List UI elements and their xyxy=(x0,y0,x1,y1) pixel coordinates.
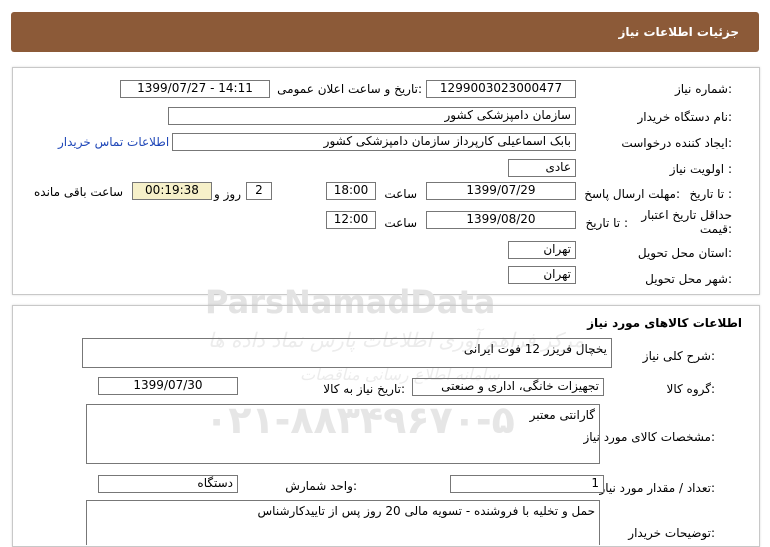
unit-field: دستگاه xyxy=(98,475,238,493)
requester-label: ایجاد کننده درخواست: xyxy=(621,136,732,150)
remaining-time-field: 00:19:38 xyxy=(132,182,212,200)
buyer-notes-label: توضیحات خریدار: xyxy=(628,526,715,540)
priority-label: اولویت نیاز : xyxy=(669,162,732,176)
buyer-org-field: سازمان دامپزشکی کشور xyxy=(168,107,576,125)
need-details-panel xyxy=(12,67,760,295)
buyer-contact-link[interactable]: اطلاعات تماس خریدار xyxy=(58,135,169,149)
delivery-city-field: تهران xyxy=(508,266,576,284)
requester-field: بابک اسماعیلی کارپرداز سازمان دامپزشکی ک… xyxy=(172,133,576,151)
price-validity-label-line1: حداقل تاریخ اعتبار xyxy=(641,208,732,222)
validity-time-field: 12:00 xyxy=(326,211,376,229)
validity-date-field: 1399/08/20 xyxy=(426,211,576,229)
validity-time-label: ساعت xyxy=(384,216,417,230)
goods-group-field: تجهیزات خانگی، اداری و صنعتی xyxy=(412,378,604,396)
validity-to-date-label: تا تاریخ : xyxy=(585,216,628,230)
page-header: جزئیات اطلاعات نیاز xyxy=(11,12,759,52)
announce-date-label: تاریخ و ساعت اعلان عمومی: xyxy=(277,82,422,96)
reply-deadline-label: مهلت ارسال پاسخ: xyxy=(584,187,680,201)
need-number-field: 1299003023000477 xyxy=(426,80,576,98)
goods-group-label: گروه کالا: xyxy=(666,382,716,396)
reply-time-label: ساعت xyxy=(384,187,417,201)
unit-label: واحد شمارش: xyxy=(285,479,357,493)
reply-date-field: 1399/07/29 xyxy=(426,182,576,200)
general-description-field: یخچال فریزر 12 فوت ایرانی xyxy=(82,338,612,368)
need-date-field: 1399/07/30 xyxy=(98,377,238,395)
general-description-label: شرح کلی نیاز: xyxy=(642,349,715,363)
goods-section-title: اطلاعات کالاهای مورد نیاز xyxy=(587,316,742,330)
quantity-label: تعداد / مقدار مورد نیاز: xyxy=(599,481,715,495)
specs-field: گارانتی معتبر xyxy=(86,404,600,464)
quantity-field: 1 xyxy=(450,475,604,493)
buyer-notes-field: حمل و تخلیه با فروشنده - تسویه مالی 20 ر… xyxy=(86,500,600,545)
need-number-label: شماره نیاز: xyxy=(674,82,732,96)
price-validity-label-line2: قیمت: xyxy=(699,222,732,236)
buyer-org-label: نام دستگاه خریدار: xyxy=(637,110,733,124)
reply-time-field: 18:00 xyxy=(326,182,376,200)
days-label: روز و xyxy=(214,187,241,201)
remaining-time-label: ساعت باقی مانده xyxy=(34,185,124,199)
remaining-days-field: 2 xyxy=(246,182,272,200)
specs-label: مشخصات کالای مورد نیاز: xyxy=(583,430,715,444)
delivery-province-field: تهران xyxy=(508,241,576,259)
delivery-province-label: استان محل تحویل: xyxy=(637,246,732,260)
page-title: جزئیات اطلاعات نیاز xyxy=(618,25,739,39)
reply-to-date-label: تا تاریخ : xyxy=(689,187,732,201)
delivery-city-label: شهر محل تحویل: xyxy=(645,272,732,286)
need-date-label: تاریخ نیاز به کالا: xyxy=(323,382,405,396)
priority-field: عادی xyxy=(508,159,576,177)
announce-date-field: 1399/07/27 - 14:11 xyxy=(120,80,270,98)
